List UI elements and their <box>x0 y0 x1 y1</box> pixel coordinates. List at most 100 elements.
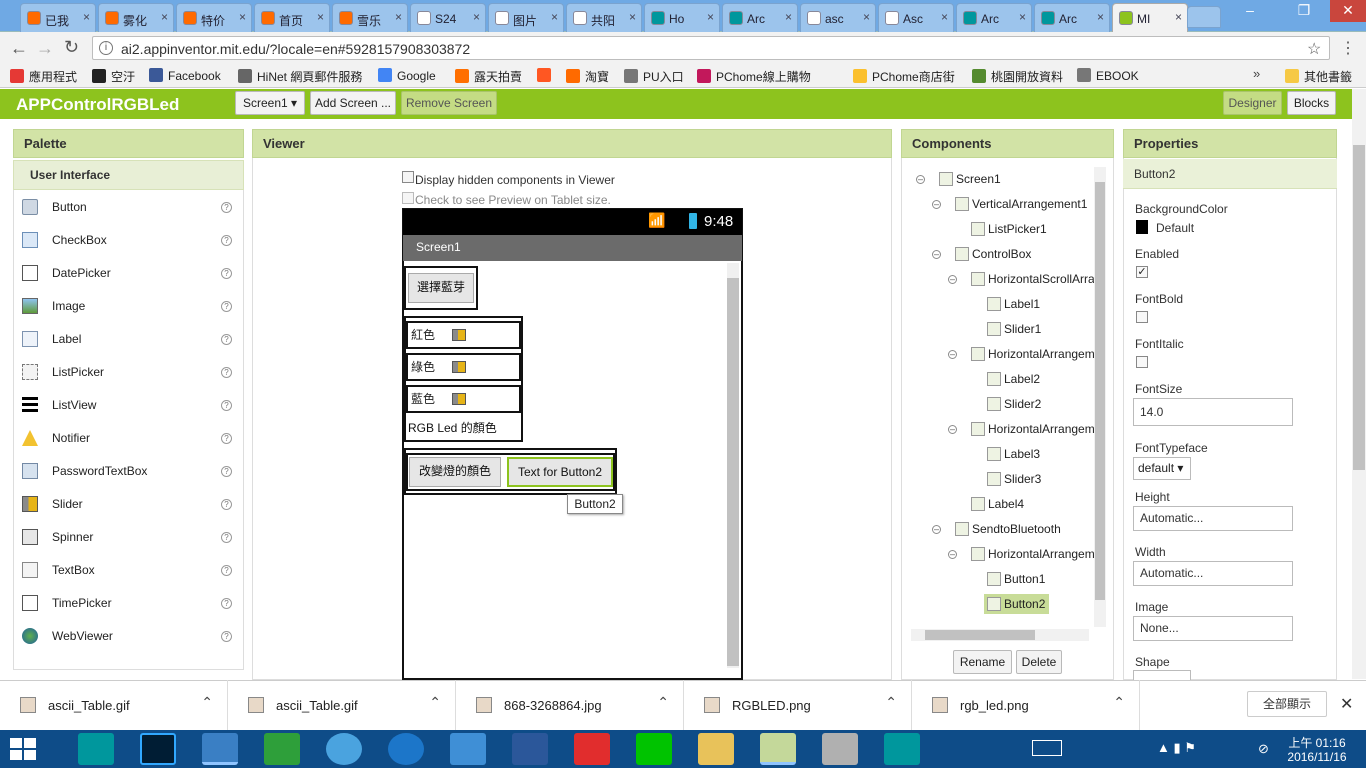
help-icon[interactable]: ? <box>221 202 232 213</box>
component-screen1[interactable]: Screen1 <box>939 172 1001 186</box>
browser-tab[interactable]: Arc × <box>722 3 798 32</box>
bookmark-item[interactable]: EBOOK <box>1077 68 1139 83</box>
taskbar-ie-icon[interactable] <box>388 733 424 765</box>
palette-item-button[interactable]: Button? <box>14 191 242 224</box>
chevron-up-icon[interactable]: ⌃ <box>201 694 213 711</box>
collapse-toggle-icon[interactable]: – <box>948 275 957 284</box>
collapse-toggle-icon[interactable]: – <box>932 250 941 259</box>
help-icon[interactable]: ? <box>221 334 232 345</box>
help-icon[interactable]: ? <box>221 235 232 246</box>
bookmark-item[interactable]: 桃園開放資料 <box>972 68 1063 85</box>
tab-close-icon[interactable]: × <box>161 10 168 24</box>
help-icon[interactable]: ? <box>221 532 232 543</box>
palette-item-passwordtextbox[interactable]: PasswordTextBox? <box>14 455 242 488</box>
palette-item-checkbox[interactable]: CheckBox? <box>14 224 242 257</box>
collapse-toggle-icon[interactable]: – <box>932 200 941 209</box>
image-input[interactable]: None... <box>1133 616 1293 641</box>
chevron-up-icon[interactable]: ⌃ <box>885 694 897 711</box>
help-icon[interactable]: ? <box>221 367 232 378</box>
menu-icon[interactable]: ⋮ <box>1340 38 1356 58</box>
component-slider2[interactable]: Slider2 <box>987 397 1041 411</box>
tab-close-icon[interactable]: × <box>1019 10 1026 24</box>
palette-item-listpicker[interactable]: ListPicker? <box>14 356 242 389</box>
component-controlbox[interactable]: ControlBox <box>955 247 1031 261</box>
component-slider3[interactable]: Slider3 <box>987 472 1041 486</box>
width-input[interactable]: Automatic... <box>1133 561 1293 586</box>
bookmark-item[interactable] <box>537 68 556 83</box>
help-icon[interactable]: ? <box>221 598 232 609</box>
back-icon[interactable]: ← <box>10 38 28 59</box>
taskbar-line-icon[interactable] <box>636 733 672 765</box>
palette-item-slider[interactable]: Slider? <box>14 488 242 521</box>
tab-close-icon[interactable]: × <box>785 10 792 24</box>
shape-select[interactable] <box>1133 670 1191 680</box>
info-icon[interactable]: i <box>99 41 113 55</box>
minimize-icon[interactable]: – <box>1232 0 1268 22</box>
tablet-preview-checkbox[interactable] <box>402 192 414 204</box>
component-horizontalscrollarra[interactable]: HorizontalScrollArra <box>971 272 1095 286</box>
component-verticalarrangement1[interactable]: VerticalArrangement1 <box>955 197 1087 211</box>
bookmark-item[interactable]: 淘寶 <box>566 68 609 85</box>
taskbar-messenger-icon[interactable] <box>326 733 362 765</box>
tab-close-icon[interactable]: × <box>707 10 714 24</box>
start-windows-icon[interactable] <box>10 738 36 760</box>
slider-1[interactable] <box>452 329 467 341</box>
taskbar-photoshop-icon[interactable] <box>140 733 176 765</box>
show-all-downloads-button[interactable]: 全部顯示 <box>1247 691 1327 717</box>
palette-item-label[interactable]: Label? <box>14 323 242 356</box>
chevron-up-icon[interactable]: ⌃ <box>1113 694 1125 711</box>
button-1[interactable]: 改變燈的顏色 <box>409 457 501 487</box>
url-bar[interactable]: i ai2.appinventor.mit.edu/?locale=en#592… <box>92 36 1330 60</box>
download-item[interactable]: rgb_led.png ⌃ <box>912 680 1140 730</box>
bookmark-item[interactable]: Facebook <box>149 68 221 83</box>
taskbar-arduino2-icon[interactable] <box>884 733 920 765</box>
taskbar-acrobat-icon[interactable] <box>574 733 610 765</box>
palette-item-textbox[interactable]: TextBox? <box>14 554 242 587</box>
taskbar-word-icon[interactable] <box>512 733 548 765</box>
browser-tab[interactable]: 特价 × <box>176 3 252 32</box>
browser-tab[interactable]: 图片 × <box>488 3 564 32</box>
download-item[interactable]: RGBLED.png ⌃ <box>684 680 912 730</box>
help-icon[interactable]: ? <box>221 631 232 642</box>
close-window-icon[interactable]: ✕ <box>1330 0 1366 22</box>
component-horizontalarrangem[interactable]: HorizontalArrangem <box>971 347 1095 361</box>
tab-close-icon[interactable]: × <box>941 10 948 24</box>
help-icon[interactable]: ? <box>221 268 232 279</box>
tray-clock-icon[interactable]: ⊘ <box>1258 741 1269 757</box>
palette-item-timepicker[interactable]: TimePicker? <box>14 587 242 620</box>
horizontal-arrangement-green[interactable]: 綠色 <box>406 353 521 381</box>
chevron-up-icon[interactable]: ⌃ <box>657 694 669 711</box>
help-icon[interactable]: ? <box>221 565 232 576</box>
collapse-toggle-icon[interactable]: – <box>916 175 925 184</box>
palette-item-listview[interactable]: ListView? <box>14 389 242 422</box>
bookmark-item[interactable]: PChome商店街 <box>853 68 955 85</box>
component-label1[interactable]: Label1 <box>987 297 1040 311</box>
taskbar-en-icon[interactable] <box>822 733 858 765</box>
forward-icon[interactable]: → <box>36 38 54 59</box>
browser-tab[interactable]: 共阳 × <box>566 3 642 32</box>
component-label2[interactable]: Label2 <box>987 372 1040 386</box>
palette-item-datepicker[interactable]: DatePicker? <box>14 257 242 290</box>
other-bookmarks[interactable]: 其他書籤 <box>1285 68 1352 85</box>
component-horizontalarrangem[interactable]: HorizontalArrangem <box>971 422 1095 436</box>
taskbar-cloud-icon[interactable] <box>450 733 486 765</box>
help-icon[interactable]: ? <box>221 301 232 312</box>
horizontal-arrangement-red[interactable]: 紅色 <box>406 321 521 349</box>
tree-scrollbar-thumb[interactable] <box>1095 182 1105 600</box>
tab-close-icon[interactable]: × <box>473 10 480 24</box>
height-input[interactable]: Automatic... <box>1133 506 1293 531</box>
new-tab-button[interactable] <box>1187 6 1221 28</box>
reload-icon[interactable]: ↻ <box>64 37 79 58</box>
screen-select[interactable]: Screen1 ▾ <box>235 91 305 115</box>
hidden-components-checkbox[interactable] <box>402 171 414 183</box>
fontsize-input[interactable]: 14.0 <box>1133 398 1293 426</box>
keyboard-icon[interactable] <box>1032 740 1062 756</box>
tab-close-icon[interactable]: × <box>83 10 90 24</box>
palette-item-image[interactable]: Image? <box>14 290 242 323</box>
download-item[interactable]: 868-3268864.jpg ⌃ <box>456 680 684 730</box>
browser-tab[interactable]: 雪乐 × <box>332 3 408 32</box>
button-2[interactable]: Text for Button2 <box>507 457 613 487</box>
tab-close-icon[interactable]: × <box>395 10 402 24</box>
component-label4[interactable]: Label4 <box>971 497 1024 511</box>
help-icon[interactable]: ? <box>221 466 232 477</box>
